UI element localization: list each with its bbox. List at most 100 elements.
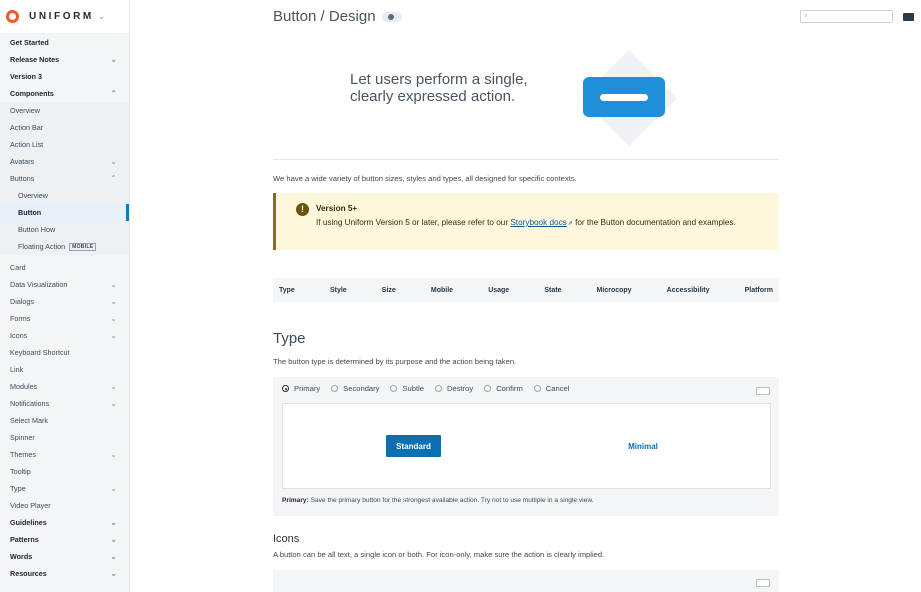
radio-dot[interactable] [331, 385, 339, 392]
tab-mobile[interactable]: Mobile [431, 287, 453, 294]
sidebar-item-label: Overview [18, 191, 48, 200]
sidebar-item-patterns[interactable]: Patterns ⌄ [0, 531, 129, 548]
sidebar-item-buttons[interactable]: Buttons ⌃ [0, 170, 129, 187]
sidebar-item-type[interactable]: Type ⌄ [0, 480, 129, 497]
chevron-down-icon[interactable]: ⌄ [110, 55, 117, 64]
sidebar-item-words[interactable]: Words ⌄ [0, 548, 129, 565]
search-input[interactable]: ⌕ [800, 10, 893, 23]
chevron-down-icon[interactable]: ⌄ [110, 157, 117, 166]
radio-dot[interactable] [390, 385, 398, 392]
sidebar-item-label: Release Notes [10, 55, 60, 64]
radio-dot[interactable] [435, 385, 443, 392]
chevron-down-icon[interactable]: ⌄ [110, 518, 117, 527]
tab-usage[interactable]: Usage [488, 287, 509, 294]
sidebar-item-forms[interactable]: Forms ⌄ [0, 310, 129, 327]
sidebar-item-action-bar[interactable]: Action Bar [0, 119, 129, 136]
sidebar-item-keyboard-shortcut[interactable]: Keyboard Shortcut [0, 344, 129, 361]
chevron-up-icon[interactable]: ⌃ [110, 174, 117, 183]
type-demo: Primary Secondary Subtle Destroy Confirm Canc… [273, 377, 779, 516]
sidebar-item-label-wrap: Notifications [10, 399, 49, 408]
code-icon[interactable] [756, 579, 770, 587]
chevron-down-icon[interactable]: ⌄ [110, 552, 117, 561]
radio-dot[interactable] [484, 385, 492, 392]
sidebar-item-overview[interactable]: Overview [0, 102, 129, 119]
notice-title: Version 5+ [316, 204, 358, 213]
chevron-down-icon[interactable]: ⌄ [110, 450, 117, 459]
sidebar-item-link[interactable]: Link [0, 361, 129, 378]
sidebar-item-label: Resources [10, 569, 47, 578]
eye-icon[interactable] [381, 11, 402, 22]
chevron-down-icon[interactable]: ⌄ [110, 331, 117, 340]
chevron-down-icon[interactable]: ⌄ [110, 280, 117, 289]
sidebar-item-guidelines[interactable]: Guidelines ⌄ [0, 514, 129, 531]
radio-destroy[interactable]: Destroy [435, 384, 473, 393]
radio-dot[interactable] [282, 385, 289, 392]
sidebar-item-dialogs[interactable]: Dialogs ⌄ [0, 293, 129, 310]
radio-subtle[interactable]: Subtle [390, 384, 424, 393]
chevron-down-icon[interactable]: ⌄ [110, 484, 117, 493]
sidebar-item-release-notes[interactable]: Release Notes ⌄ [0, 51, 129, 68]
button-illustration-icon [583, 77, 665, 117]
section-tabs: Type Style Size Mobile Usage State Microcopy Ac… [273, 278, 779, 302]
demo-canvas: Standard Minimal [282, 403, 771, 489]
tab-size[interactable]: Size [382, 287, 396, 294]
sidebar-item-video-player[interactable]: Video Player [0, 497, 129, 514]
tab-microcopy[interactable]: Microcopy [597, 287, 632, 294]
code-icon[interactable] [756, 387, 770, 395]
chevron-down-icon[interactable]: ⌄ [110, 297, 117, 306]
sidebar-item-floating-action[interactable]: Floating Action MOBILE [0, 238, 129, 255]
sidebar-item-action-list[interactable]: Action List [0, 136, 129, 153]
chevron-down-icon[interactable]: ⌄ [110, 535, 117, 544]
sidebar-item-label: Dialogs [10, 297, 34, 306]
sidebar-item-label-wrap: Select Mark [10, 416, 48, 425]
chevron-down-icon[interactable]: ⌄ [110, 399, 117, 408]
sidebar-item-spinner[interactable]: Spinner [0, 429, 129, 446]
radio-primary[interactable]: Primary [282, 384, 320, 393]
tab-state[interactable]: State [544, 287, 561, 294]
sidebar-item-version-3[interactable]: Version 3 [0, 68, 129, 85]
minimal-button[interactable]: Minimal [618, 435, 668, 457]
radio-dot[interactable] [533, 385, 541, 392]
sidebar-item-label-wrap: Data Visualization [10, 280, 67, 289]
sidebar-item-resources[interactable]: Resources ⌄ [0, 565, 129, 582]
sidebar-item-components[interactable]: Components ⌃ [0, 85, 129, 102]
sidebar-item-get-started[interactable]: Get Started [0, 34, 129, 51]
notice-body-start: If using Uniform Version 5 or later, ple… [316, 218, 511, 227]
sidebar-item-button-how[interactable]: Button How [0, 221, 129, 238]
radio-cancel[interactable]: Cancel [533, 384, 569, 393]
sidebar-item-card[interactable]: Card [0, 259, 129, 276]
sidebar-item-icons[interactable]: Icons ⌄ [0, 327, 129, 344]
brand-header[interactable]: UNIFORM ⌄ [0, 0, 129, 34]
sidebar-item-overview[interactable]: Overview [0, 187, 129, 204]
sidebar-item-label-wrap: Components [10, 89, 54, 98]
sidebar-item-themes[interactable]: Themes ⌄ [0, 446, 129, 463]
chevron-down-icon[interactable]: ⌄ [98, 11, 106, 22]
storybook-docs-link[interactable]: Storybook docs [510, 218, 566, 227]
sidebar-item-avatars[interactable]: Avatars ⌄ [0, 153, 129, 170]
sidebar-item-label: Video Player [10, 501, 51, 510]
chevron-down-icon[interactable]: ⌄ [110, 314, 117, 323]
sidebar-item-button[interactable]: Button [0, 204, 129, 221]
sidebar-item-label: Button How [18, 225, 56, 234]
standard-button[interactable]: Standard [386, 435, 441, 457]
chevron-down-icon[interactable]: ⌄ [110, 569, 117, 578]
page-title: Button / Design [273, 8, 402, 25]
tab-accessibility[interactable]: Accessibility [667, 287, 710, 294]
tab-type[interactable]: Type [279, 287, 295, 294]
sidebar-item-select-mark[interactable]: Select Mark [0, 412, 129, 429]
tab-style[interactable]: Style [330, 287, 347, 294]
sidebar-item-tooltip[interactable]: Tooltip [0, 463, 129, 480]
uniform-logo-icon [6, 10, 19, 23]
chevron-down-icon[interactable]: ⌄ [110, 382, 117, 391]
sidebar-item-label-wrap: Version 3 [10, 72, 42, 81]
keyboard-icon[interactable] [903, 13, 914, 21]
sidebar-item-modules[interactable]: Modules ⌄ [0, 378, 129, 395]
divider [273, 159, 779, 160]
chevron-up-icon[interactable]: ⌃ [110, 89, 117, 98]
icons-description: A button can be all text, a single icon … [273, 550, 605, 559]
sidebar-item-data-visualization[interactable]: Data Visualization ⌄ [0, 276, 129, 293]
radio-secondary[interactable]: Secondary [331, 384, 379, 393]
tab-platform[interactable]: Platform [745, 287, 773, 294]
sidebar-item-notifications[interactable]: Notifications ⌄ [0, 395, 129, 412]
radio-confirm[interactable]: Confirm [484, 384, 523, 393]
